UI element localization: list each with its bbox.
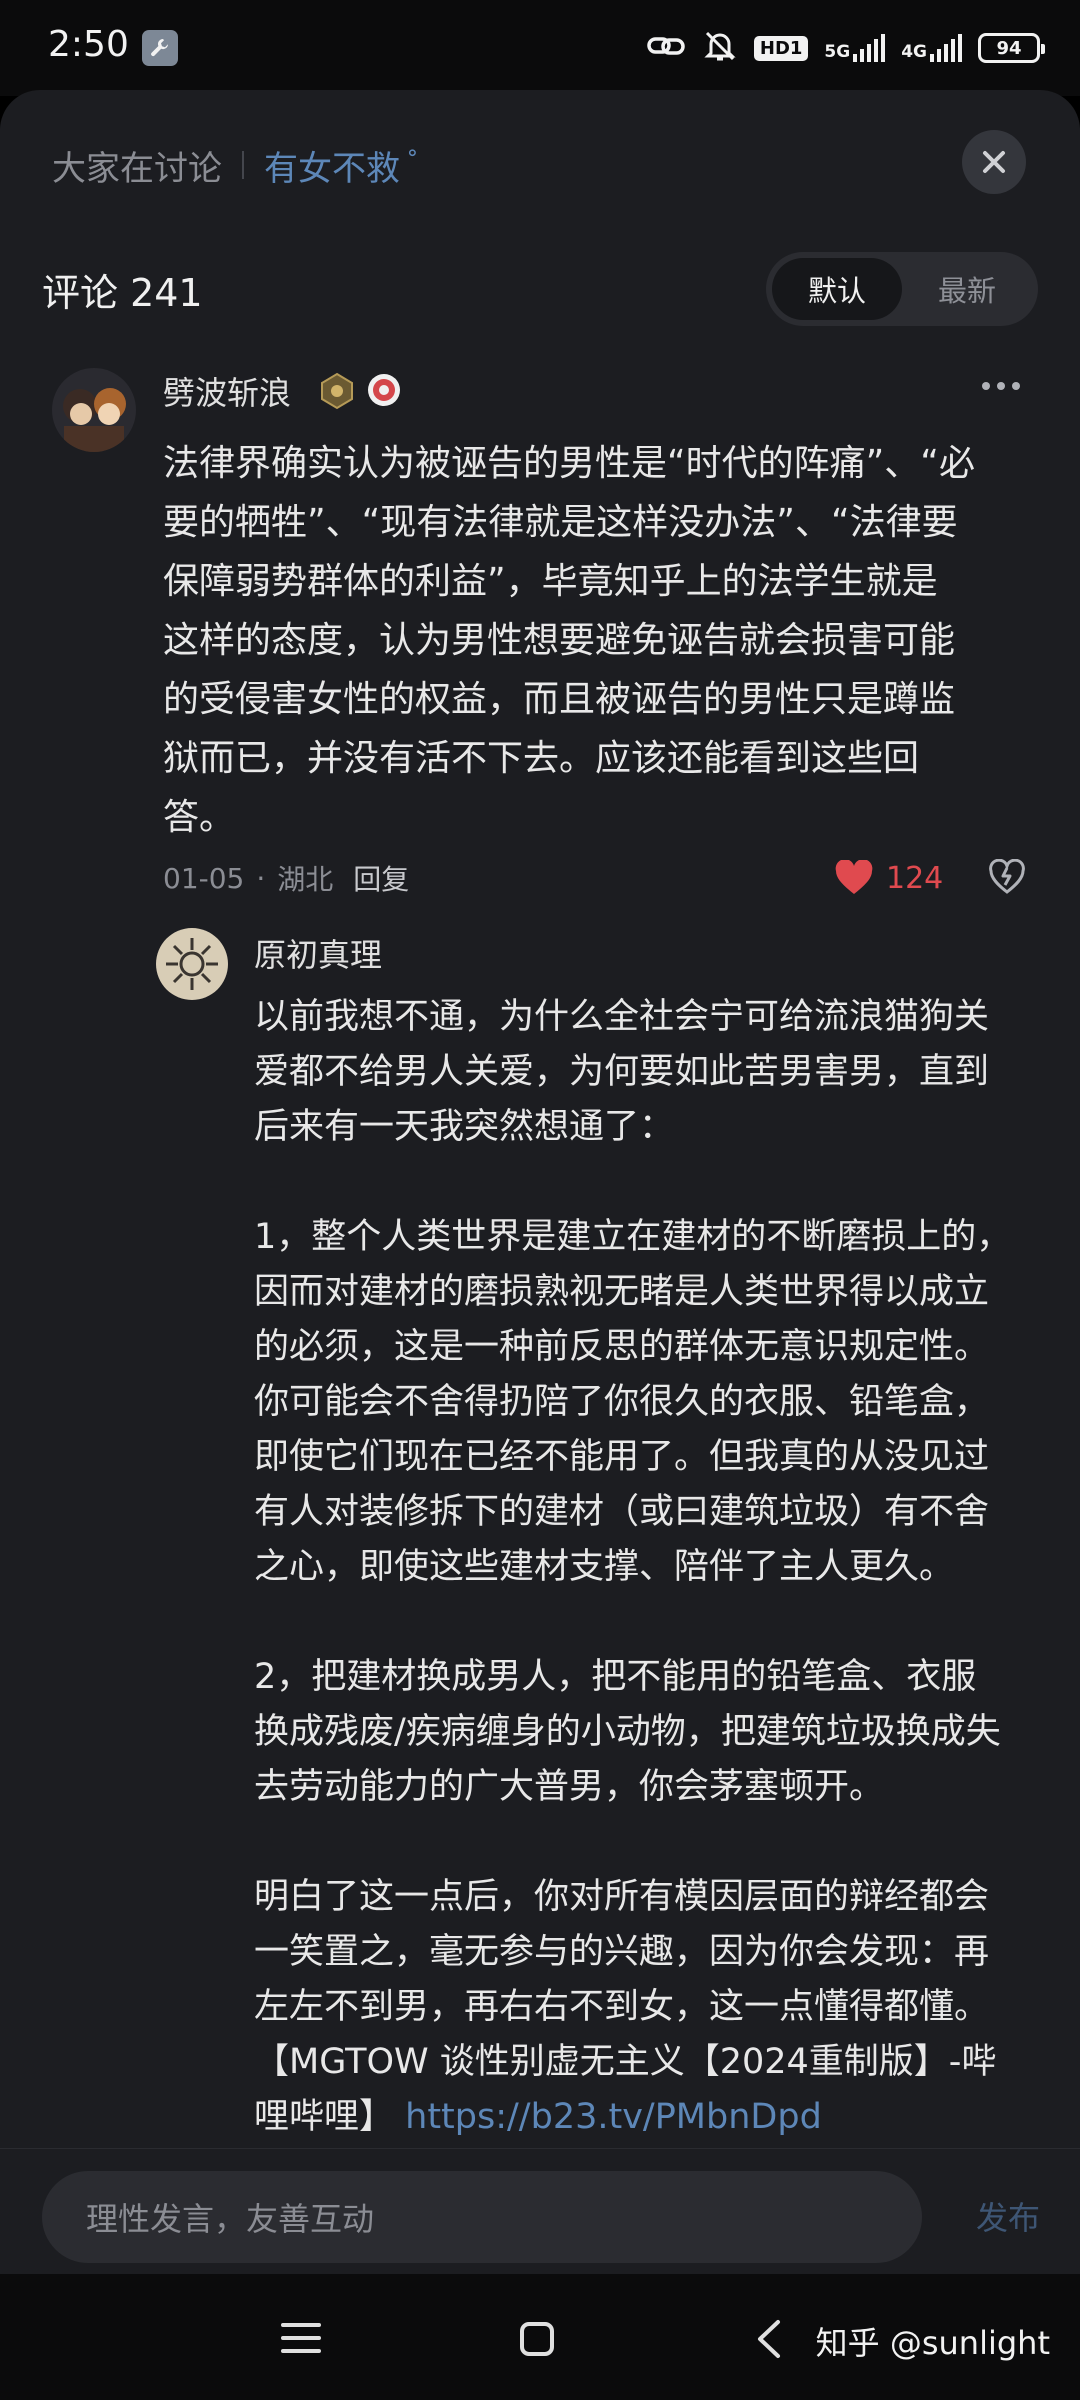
net-5g-label: 5G	[824, 42, 851, 62]
watermark: 知乎 @sunlight	[815, 2324, 1050, 2362]
battery-level: 94	[996, 37, 1022, 59]
reply-text: 以前我想不通，为什么全社会宁可给流浪猫狗关 爱都不给男人关爱，为何要如此苦男害男…	[254, 990, 1054, 2145]
sort-latest-tab[interactable]: 最新	[902, 258, 1032, 320]
comment-username[interactable]: 劈波斩浪	[163, 368, 291, 414]
comment-input-area: 理性发言，友善互动 发布	[0, 2148, 1080, 2274]
close-button[interactable]	[962, 130, 1026, 194]
sort-toggle: 默认 最新	[766, 252, 1038, 326]
reply-button[interactable]: 回复	[353, 858, 409, 898]
heart-icon	[835, 860, 873, 894]
sort-default-tab[interactable]: 默认	[772, 258, 902, 320]
menu-icon[interactable]	[280, 2320, 322, 2360]
signal-4g: 4G	[901, 34, 962, 62]
send-button[interactable]: 发布	[976, 2193, 1040, 2239]
dislike-heart-icon[interactable]	[988, 858, 1026, 899]
signal-bars-icon	[853, 34, 886, 62]
more-icon	[982, 382, 990, 390]
divider	[242, 151, 244, 179]
level-badge-icon	[318, 372, 356, 414]
comment-sheet: 大家在讨论 有女不救 ⚬ 评论 241 默认 最新 劈波斩浪 法律界确实认为被诬…	[0, 90, 1080, 2274]
comments-count-title: 评论 241	[42, 271, 203, 315]
like-count: 124	[886, 860, 944, 896]
comment-input-placeholder: 理性发言，友善互动	[86, 2200, 375, 2238]
status-time: 2:50	[48, 24, 129, 65]
hd-badge: HD1	[753, 35, 809, 61]
reply-username[interactable]: 原初真理	[254, 930, 382, 976]
reply-body: 以前我想不通，为什么全社会宁可给流浪猫狗关 爱都不给男人关爱，为何要如此苦男害男…	[254, 997, 1012, 2137]
link-icon	[646, 32, 686, 64]
navigation-bar: 知乎 @sunlight	[0, 2274, 1080, 2400]
comment-text: 法律界确实认为被诬告的男性是“时代的阵痛”、“必 要的牺牲”、“现有法律就是这样…	[163, 443, 975, 838]
bell-muted-icon	[702, 28, 738, 68]
close-icon	[983, 151, 1005, 173]
status-bar: 2:50 HD1 5G 4G 94	[0, 0, 1080, 96]
medal-badge-icon	[366, 372, 402, 412]
reply-link[interactable]: https://b23.tv/PMbnDpd	[405, 2097, 822, 2137]
back-icon[interactable]	[752, 2318, 786, 2364]
discussion-topic-link[interactable]: 有女不救	[264, 141, 400, 190]
signal-bars-icon	[930, 34, 962, 62]
signal-5g: 5G	[824, 34, 886, 62]
avatar[interactable]	[52, 368, 136, 452]
like-button[interactable]: 124	[834, 858, 943, 898]
comment-input[interactable]: 理性发言，友善互动	[42, 2171, 922, 2263]
battery-icon: 94	[978, 33, 1045, 63]
comment-date: 01-05	[163, 861, 245, 895]
wrench-icon	[142, 30, 178, 66]
discussion-label: 大家在讨论	[52, 148, 222, 189]
home-icon[interactable]	[518, 2320, 556, 2362]
net-4g-label: 4G	[901, 42, 927, 62]
search-icon: ⚬	[404, 141, 421, 165]
comment-location: 湖北	[277, 863, 334, 896]
discussion-bar: 大家在讨论 有女不救 ⚬	[52, 140, 421, 190]
avatar[interactable]	[156, 928, 228, 1000]
more-options-button[interactable]	[982, 368, 1020, 404]
comment-meta: 01-05 · 湖北 回复	[163, 858, 409, 898]
